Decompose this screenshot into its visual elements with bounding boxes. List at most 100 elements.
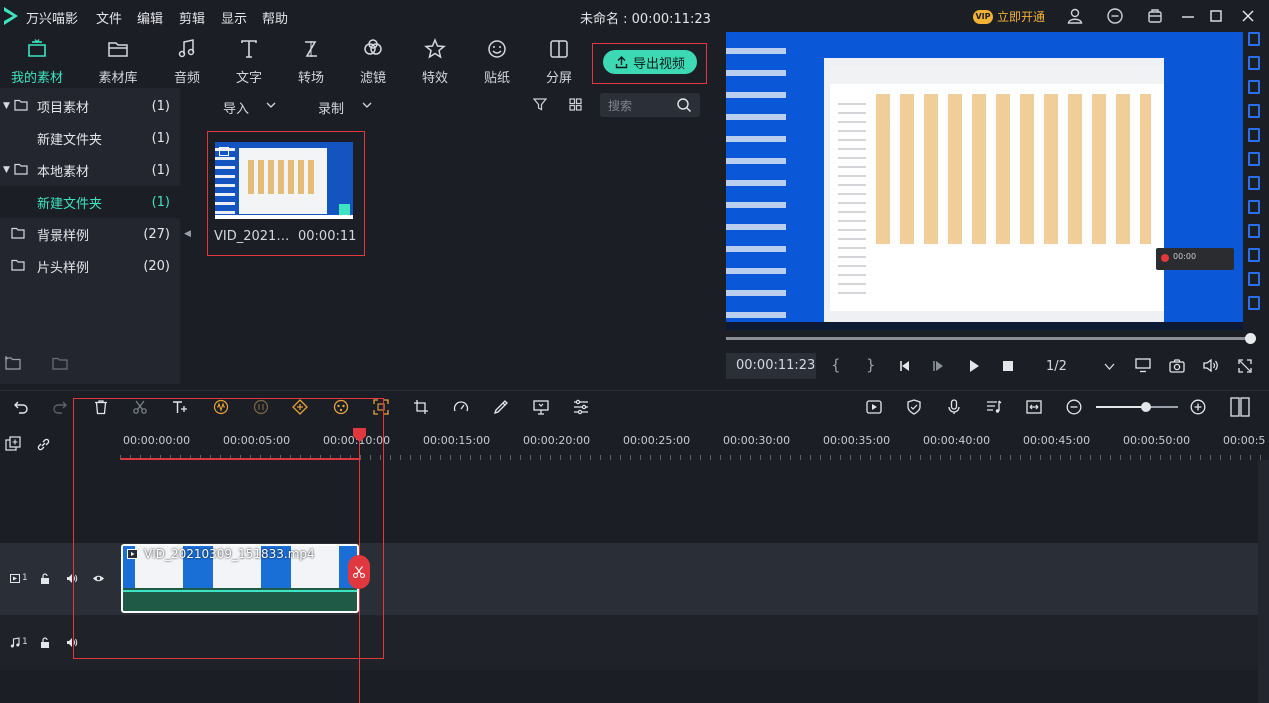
- undo-icon[interactable]: [13, 399, 29, 415]
- tab-effects[interactable]: 特效: [405, 36, 465, 88]
- render-preview-icon[interactable]: [866, 399, 882, 415]
- preview-progress-handle[interactable]: [1245, 333, 1256, 344]
- tab-library[interactable]: 素材库: [88, 36, 148, 88]
- menu-view[interactable]: 显示: [221, 8, 247, 27]
- mark-out-icon[interactable]: }: [866, 356, 876, 374]
- minimize-icon[interactable]: [1179, 7, 1197, 25]
- search-input[interactable]: 搜索: [600, 93, 700, 117]
- ruler-tick-label: 00:00:40:00: [923, 434, 991, 447]
- stop-icon[interactable]: [1002, 360, 1014, 372]
- adjust-sliders-icon[interactable]: [573, 399, 589, 415]
- store-icon[interactable]: [1146, 7, 1164, 25]
- display-icon[interactable]: [1135, 358, 1151, 373]
- volume-icon[interactable]: [1203, 358, 1219, 373]
- menu-clip[interactable]: 剪辑: [179, 8, 205, 27]
- import-dropdown[interactable]: 导入: [210, 94, 280, 117]
- tree-count: (1): [151, 130, 170, 146]
- lock-icon[interactable]: [40, 637, 50, 649]
- search-placeholder: 搜索: [608, 99, 633, 113]
- collapse-panel-icon[interactable]: ◀: [184, 229, 191, 239]
- add-track-icon[interactable]: [5, 436, 21, 452]
- crop-icon[interactable]: [413, 399, 429, 415]
- tab-sticker[interactable]: 贴纸: [467, 36, 527, 88]
- strip-marker: [1248, 56, 1260, 70]
- zoom-in-icon[interactable]: [1190, 399, 1206, 415]
- zoom-out-icon[interactable]: [1066, 399, 1082, 415]
- lock-icon[interactable]: [40, 573, 50, 585]
- shield-marker-icon[interactable]: [906, 399, 922, 415]
- folder-icon: [11, 259, 25, 271]
- redo-icon[interactable]: [52, 399, 68, 415]
- menu-help[interactable]: 帮助: [262, 8, 288, 27]
- timeline-scrollbar[interactable]: [1258, 460, 1269, 703]
- new-folder-icon[interactable]: [5, 356, 21, 370]
- tab-my-media[interactable]: 我的素材: [7, 36, 67, 88]
- sticker-smile-icon: [488, 40, 506, 58]
- mark-in-icon[interactable]: {: [831, 356, 841, 374]
- folder-outline-icon[interactable]: [52, 357, 68, 370]
- quality-dropdown[interactable]: 1/2: [1036, 353, 1124, 379]
- media-clip-duration: 00:00:11: [298, 229, 357, 244]
- strip-marker: [1248, 200, 1260, 214]
- speed-gauge-icon[interactable]: [453, 399, 469, 415]
- preview-recorder-widget: 00:00: [1156, 248, 1234, 270]
- play-icon[interactable]: [967, 359, 981, 373]
- filter-funnel-icon[interactable]: [533, 97, 547, 111]
- link-icon[interactable]: [36, 437, 51, 452]
- grid-view-icon[interactable]: [569, 98, 582, 111]
- user-icon[interactable]: [1066, 7, 1084, 25]
- fullscreen-icon[interactable]: [1238, 359, 1252, 373]
- text-icon: [241, 40, 257, 58]
- ruler-tick-label: 00:00:45:00: [1023, 434, 1091, 447]
- zoom-slider-handle[interactable]: [1141, 402, 1151, 412]
- tree-intro-samples[interactable]: 片头样例 (20): [0, 250, 180, 282]
- tree-project-new-folder[interactable]: 新建文件夹 (1): [0, 122, 180, 154]
- snapshot-camera-icon[interactable]: [1169, 358, 1185, 373]
- tree-project-media[interactable]: ▼ 项目素材 (1): [0, 90, 180, 122]
- strip-marker: [1248, 152, 1260, 166]
- fit-timeline-icon[interactable]: [1026, 399, 1042, 415]
- export-video-button[interactable]: 导出视频: [603, 50, 697, 74]
- vip-label: 立即开通: [997, 10, 1046, 24]
- search-icon[interactable]: [676, 97, 692, 113]
- close-icon[interactable]: [1239, 7, 1257, 25]
- tree-local-media[interactable]: ▼ 本地素材 (1): [0, 154, 180, 186]
- vip-button[interactable]: VIP 立即开通: [973, 8, 1045, 25]
- tree-background-samples[interactable]: 背景样例 (27): [0, 218, 180, 250]
- media-clip-thumbnail[interactable]: [215, 142, 353, 219]
- voiceover-list-icon[interactable]: [986, 399, 1002, 415]
- expand-caret-icon[interactable]: ▼: [3, 165, 10, 175]
- next-frame-icon[interactable]: [932, 359, 946, 373]
- preview-progress-track[interactable]: [726, 337, 1252, 340]
- microphone-icon[interactable]: [946, 399, 962, 415]
- previous-frame-icon[interactable]: [898, 359, 912, 373]
- tab-split-screen[interactable]: 分屏: [529, 36, 589, 88]
- tab-text[interactable]: 文字: [219, 36, 279, 88]
- recorder-time: 00:00: [1173, 252, 1197, 261]
- expand-caret-icon[interactable]: ▼: [3, 101, 10, 111]
- record-dropdown[interactable]: 录制: [302, 94, 376, 117]
- tree-count: (20): [143, 258, 170, 274]
- strip-marker: [1248, 272, 1260, 286]
- tree-local-new-folder[interactable]: 新建文件夹 (1): [0, 186, 180, 218]
- filter-icon: [364, 39, 382, 55]
- tab-transition[interactable]: 转场: [281, 36, 341, 88]
- green-screen-icon[interactable]: [533, 399, 549, 415]
- menu-file[interactable]: 文件: [96, 8, 122, 27]
- strip-marker: [1248, 296, 1260, 310]
- timecode-display: 00:00:11:23: [726, 353, 816, 379]
- feedback-icon[interactable]: [1106, 7, 1124, 25]
- strip-marker: [1248, 248, 1260, 262]
- strip-marker: [1248, 128, 1260, 142]
- menu-edit[interactable]: 编辑: [137, 8, 163, 27]
- maximize-icon[interactable]: [1207, 7, 1225, 25]
- panel-layout-icon[interactable]: [1230, 397, 1250, 417]
- preview-player[interactable]: 00:00: [726, 32, 1260, 330]
- tab-audio[interactable]: 音频: [157, 36, 217, 88]
- tree-count: (1): [151, 98, 170, 114]
- color-picker-icon[interactable]: [493, 399, 509, 415]
- tab-filter[interactable]: 滤镜: [343, 36, 403, 88]
- preview-desktop-icons: [726, 32, 786, 330]
- preview-taskbar: [726, 322, 1260, 330]
- thumb-files: [248, 160, 318, 194]
